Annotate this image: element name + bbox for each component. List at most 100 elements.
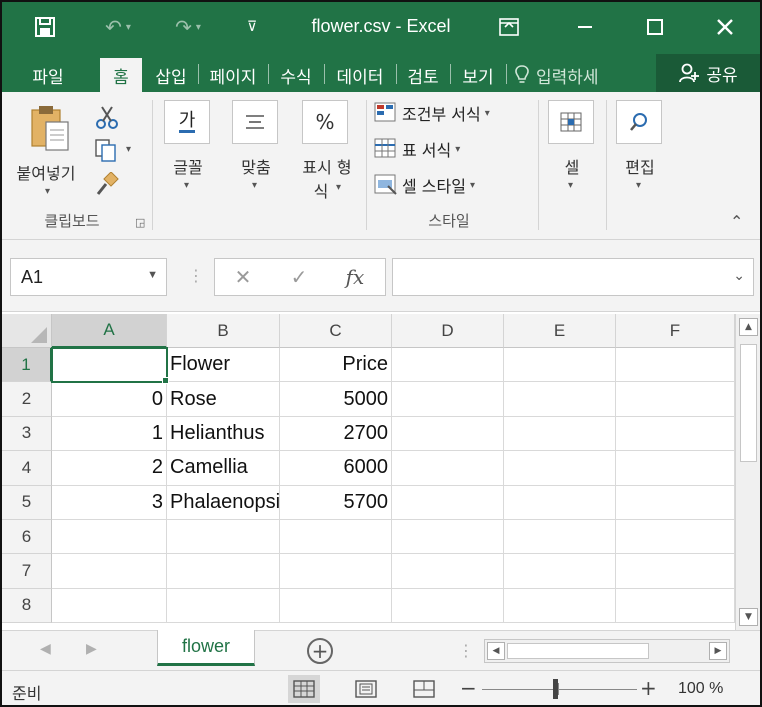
cell-f8[interactable]: [616, 588, 735, 624]
column-header-b[interactable]: B: [167, 314, 280, 348]
scroll-left-arrow[interactable]: ◀: [487, 642, 505, 660]
cell-b4[interactable]: Camellia: [167, 451, 280, 486]
cell-b6[interactable]: [167, 520, 280, 555]
cell-c6[interactable]: [280, 520, 392, 555]
cell-d7[interactable]: [392, 554, 504, 589]
row-header-7[interactable]: 7: [2, 554, 52, 589]
page-break-view-icon[interactable]: [408, 675, 440, 703]
scroll-right-arrow[interactable]: ▶: [709, 642, 727, 660]
tab-data[interactable]: 데이터: [326, 58, 394, 92]
worksheet-grid[interactable]: A B C D E F 1 Flower Price 2 0 Rose 5000 3 1 Helianthus…: [2, 314, 735, 630]
scroll-down-arrow[interactable]: ▼: [739, 608, 758, 626]
row-header-8[interactable]: 8: [2, 588, 52, 624]
tab-view[interactable]: 보기: [452, 58, 504, 92]
zoom-in-button[interactable]: +: [640, 676, 657, 700]
cells-button[interactable]: 셀 ▾: [546, 98, 598, 208]
cell-e8[interactable]: [504, 588, 616, 624]
vertical-scroll-thumb[interactable]: [740, 344, 757, 462]
column-header-a[interactable]: A: [52, 314, 167, 348]
tab-page[interactable]: 페이지: [200, 58, 266, 92]
cell-a1[interactable]: [51, 346, 168, 384]
editing-button[interactable]: 편집 ▾: [614, 98, 666, 208]
cell-f6[interactable]: [616, 520, 735, 555]
zoom-level[interactable]: 100 %: [678, 680, 723, 698]
cell-d1[interactable]: [392, 348, 504, 383]
zoom-slider-thumb[interactable]: [553, 679, 558, 699]
cell-a6[interactable]: [52, 520, 167, 555]
column-header-d[interactable]: D: [392, 314, 504, 348]
cell-e1[interactable]: [504, 348, 616, 383]
tab-insert[interactable]: 삽입: [146, 58, 196, 92]
cut-button[interactable]: [94, 104, 124, 130]
cell-d6[interactable]: [392, 520, 504, 555]
formula-input[interactable]: ⌄: [392, 258, 754, 296]
font-button[interactable]: 가 글꼴 ▾: [162, 98, 214, 208]
clipboard-launcher-icon[interactable]: ◲: [135, 216, 145, 229]
cell-c3[interactable]: 2700: [280, 416, 392, 452]
cell-d4[interactable]: [392, 451, 504, 486]
cell-b7[interactable]: [167, 554, 280, 589]
cell-b8[interactable]: [167, 588, 280, 624]
row-header-3[interactable]: 3: [2, 416, 52, 452]
collapse-ribbon-icon[interactable]: ⌃: [730, 212, 743, 231]
cell-c4[interactable]: 6000: [280, 451, 392, 486]
copy-button[interactable]: ▾: [94, 138, 138, 164]
select-all-button[interactable]: [2, 314, 52, 348]
prev-sheet-arrow[interactable]: ◀: [40, 641, 51, 657]
sheet-tab-flower[interactable]: flower: [157, 630, 255, 666]
share-button[interactable]: 공유: [656, 54, 760, 92]
cell-f3[interactable]: [616, 416, 735, 452]
cell-c5[interactable]: 5700: [280, 485, 392, 520]
cell-f7[interactable]: [616, 554, 735, 589]
minimize-icon[interactable]: [568, 10, 602, 44]
cell-c8[interactable]: [280, 588, 392, 624]
column-header-e[interactable]: E: [504, 314, 616, 348]
cell-a8[interactable]: [52, 588, 167, 624]
normal-view-icon[interactable]: [288, 675, 320, 703]
cell-a2[interactable]: 0: [52, 382, 167, 417]
column-header-f[interactable]: F: [616, 314, 735, 348]
vertical-scrollbar[interactable]: ▲ ▼: [735, 314, 760, 630]
row-header-2[interactable]: 2: [2, 382, 52, 417]
cell-e4[interactable]: [504, 451, 616, 486]
name-box[interactable]: A1 ▼: [10, 258, 167, 296]
tab-split-handle[interactable]: ⋮: [458, 641, 474, 660]
cell-e6[interactable]: [504, 520, 616, 555]
add-sheet-button[interactable]: +: [307, 638, 333, 664]
cell-f1[interactable]: [616, 348, 735, 383]
cell-c1[interactable]: Price: [280, 348, 392, 383]
cell-d2[interactable]: [392, 382, 504, 417]
row-header-4[interactable]: 4: [2, 451, 52, 486]
confirm-entry-icon[interactable]: ✓: [271, 265, 327, 289]
cell-c7[interactable]: [280, 554, 392, 589]
ribbon-display-options-icon[interactable]: [492, 10, 526, 44]
close-icon[interactable]: [708, 10, 742, 44]
tab-review[interactable]: 검토: [398, 58, 448, 92]
horizontal-scroll-thumb[interactable]: [507, 643, 649, 659]
row-header-1[interactable]: 1: [2, 348, 52, 383]
cell-e5[interactable]: [504, 485, 616, 520]
alignment-button[interactable]: 맞춤 ▾: [230, 98, 282, 208]
cancel-entry-icon[interactable]: ✕: [215, 265, 271, 289]
number-format-button[interactable]: % 표시 형 식 ▾: [292, 98, 362, 208]
tell-me-box[interactable]: 입력하세: [514, 58, 599, 92]
format-as-table-button[interactable]: 표 서식 ▾: [374, 136, 504, 162]
cell-a3[interactable]: 1: [52, 416, 167, 452]
fill-handle[interactable]: [162, 377, 169, 385]
cell-b5[interactable]: Phalaenopsis: [167, 485, 280, 520]
cell-a4[interactable]: 2: [52, 451, 167, 486]
cell-e7[interactable]: [504, 554, 616, 589]
format-painter-button[interactable]: [94, 171, 124, 198]
name-box-dropdown-icon[interactable]: ▼: [147, 269, 158, 281]
cell-d5[interactable]: [392, 485, 504, 520]
cell-a5[interactable]: 3: [52, 485, 167, 520]
maximize-icon[interactable]: [638, 10, 672, 44]
cell-f4[interactable]: [616, 451, 735, 486]
cell-f5[interactable]: [616, 485, 735, 520]
cell-a7[interactable]: [52, 554, 167, 589]
cell-styles-button[interactable]: 셀 스타일 ▾: [374, 172, 514, 198]
next-sheet-arrow[interactable]: ▶: [86, 641, 97, 657]
cell-b2[interactable]: Rose: [167, 382, 280, 417]
cell-f2[interactable]: [616, 382, 735, 417]
horizontal-scrollbar[interactable]: ◀ ▶: [484, 639, 730, 663]
